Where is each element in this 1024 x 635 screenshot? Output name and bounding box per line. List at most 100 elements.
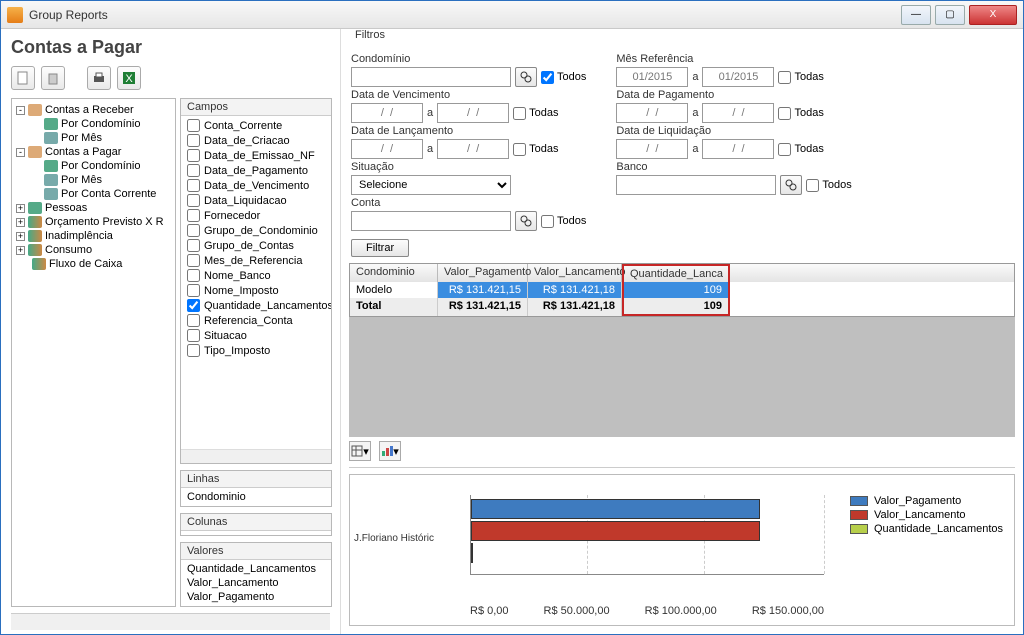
campo-item[interactable]: Nome_Imposto xyxy=(185,283,327,298)
campo-checkbox[interactable] xyxy=(187,179,200,192)
condominio-todos-check[interactable] xyxy=(541,71,554,84)
col-condominio[interactable]: Condominio xyxy=(350,264,438,282)
campo-item[interactable]: Data_de_Emissao_NF xyxy=(185,148,327,163)
chart-view-button[interactable]: ▾ xyxy=(379,441,401,461)
data-venc-from[interactable] xyxy=(351,103,423,123)
tree-item[interactable]: -Contas a Receber xyxy=(14,103,173,117)
campo-checkbox[interactable] xyxy=(187,134,200,147)
campo-checkbox[interactable] xyxy=(187,314,200,327)
excel-button[interactable]: X xyxy=(117,66,141,90)
campo-checkbox[interactable] xyxy=(187,119,200,132)
campo-label: Grupo_de_Condominio xyxy=(204,225,318,237)
data-lanc-from[interactable] xyxy=(351,139,423,159)
mes-ref-todas-check[interactable] xyxy=(778,71,791,84)
tree-item[interactable]: Por Condomínio xyxy=(14,117,173,131)
scrollbar[interactable] xyxy=(181,449,331,463)
campo-checkbox[interactable] xyxy=(187,299,200,312)
data-pag-to[interactable] xyxy=(702,103,774,123)
campo-item[interactable]: Fornecedor xyxy=(185,208,327,223)
tree-item[interactable]: +Pessoas xyxy=(14,201,173,215)
banco-todos-check[interactable] xyxy=(806,179,819,192)
campo-item[interactable]: Data_Liquidacao xyxy=(185,193,327,208)
campo-checkbox[interactable] xyxy=(187,329,200,342)
mes-ref-from[interactable] xyxy=(616,67,688,87)
campos-panel: Campos Conta_CorrenteData_de_CriacaoData… xyxy=(180,98,332,464)
data-lanc-todas-check[interactable] xyxy=(513,143,526,156)
close-button[interactable]: X xyxy=(969,5,1017,25)
col-valor-pagamento[interactable]: Valor_Pagamento xyxy=(438,264,528,282)
data-liq-from[interactable] xyxy=(616,139,688,159)
maximize-button[interactable]: ▢ xyxy=(935,5,965,25)
data-pag-from[interactable] xyxy=(616,103,688,123)
list-item[interactable]: Quantidade_Lancamentos xyxy=(185,562,327,576)
situacao-select[interactable]: Selecione xyxy=(351,175,511,195)
print-button[interactable] xyxy=(87,66,111,90)
campo-checkbox[interactable] xyxy=(187,269,200,282)
campo-item[interactable]: Tipo_Imposto xyxy=(185,343,327,358)
campo-checkbox[interactable] xyxy=(187,224,200,237)
minimize-button[interactable]: — xyxy=(901,5,931,25)
tree-item[interactable]: +Orçamento Previsto X R xyxy=(14,215,173,229)
data-pag-todas-check[interactable] xyxy=(778,107,791,120)
campo-item[interactable]: Conta_Corrente xyxy=(185,118,327,133)
filtrar-button[interactable]: Filtrar xyxy=(351,239,409,257)
campo-item[interactable]: Data_de_Criacao xyxy=(185,133,327,148)
report-tree[interactable]: -Contas a ReceberPor CondomínioPor Mês-C… xyxy=(11,98,176,607)
data-lanc-to[interactable] xyxy=(437,139,509,159)
tree-item[interactable]: Por Mês xyxy=(14,173,173,187)
list-item[interactable]: Condominio xyxy=(185,490,327,504)
campo-checkbox[interactable] xyxy=(187,284,200,297)
conta-input[interactable] xyxy=(351,211,511,231)
tree-item[interactable]: Por Conta Corrente xyxy=(14,187,173,201)
campo-item[interactable]: Data_de_Vencimento xyxy=(185,178,327,193)
tree-item[interactable]: -Contas a Pagar xyxy=(14,145,173,159)
mes-ref-to[interactable] xyxy=(702,67,774,87)
tree-item[interactable]: +Consumo xyxy=(14,243,173,257)
col-quantidade-lanca[interactable]: Quantidade_Lanca xyxy=(622,264,730,282)
condominio-input[interactable] xyxy=(351,67,511,87)
campo-item[interactable]: Nome_Banco xyxy=(185,268,327,283)
data-liq-to[interactable] xyxy=(702,139,774,159)
banco-search-icon[interactable] xyxy=(780,175,802,195)
grid-view-button[interactable]: ▾ xyxy=(349,441,371,461)
delete-button[interactable] xyxy=(41,66,65,90)
campo-item[interactable]: Referencia_Conta xyxy=(185,313,327,328)
data-venc-to[interactable] xyxy=(437,103,509,123)
condominio-search-icon[interactable] xyxy=(515,67,537,87)
tree-item[interactable]: Fluxo de Caixa xyxy=(14,257,173,271)
campo-checkbox[interactable] xyxy=(187,149,200,162)
campo-checkbox[interactable] xyxy=(187,194,200,207)
data-liq-todas-check[interactable] xyxy=(778,143,791,156)
list-item[interactable]: Valor_Pagamento xyxy=(185,590,327,604)
table-row[interactable]: Modelo R$ 131.421,15 R$ 131.421,18 109 xyxy=(350,282,1014,298)
h-scrollbar[interactable] xyxy=(11,613,330,630)
conta-todos-check[interactable] xyxy=(541,215,554,228)
tree-expander-icon[interactable]: - xyxy=(16,106,25,115)
conta-search-icon[interactable] xyxy=(515,211,537,231)
tree-item[interactable]: Por Condomínio xyxy=(14,159,173,173)
campo-item[interactable]: Grupo_de_Condominio xyxy=(185,223,327,238)
new-button[interactable] xyxy=(11,66,35,90)
tree-expander-icon[interactable]: + xyxy=(16,204,25,213)
campo-item[interactable]: Data_de_Pagamento xyxy=(185,163,327,178)
tree-expander-icon[interactable]: + xyxy=(16,232,25,241)
campo-checkbox[interactable] xyxy=(187,254,200,267)
campo-item[interactable]: Mes_de_Referencia xyxy=(185,253,327,268)
tree-expander-icon[interactable]: + xyxy=(16,246,25,255)
campo-checkbox[interactable] xyxy=(187,239,200,252)
tree-item[interactable]: +Inadimplência xyxy=(14,229,173,243)
campo-checkbox[interactable] xyxy=(187,344,200,357)
tree-expander-icon[interactable]: + xyxy=(16,218,25,227)
tree-item[interactable]: Por Mês xyxy=(14,131,173,145)
campo-item[interactable]: Situacao xyxy=(185,328,327,343)
data-venc-todas-check[interactable] xyxy=(513,107,526,120)
campo-item[interactable]: Grupo_de_Contas xyxy=(185,238,327,253)
banco-input[interactable] xyxy=(616,175,776,195)
campo-item[interactable]: Quantidade_Lancamentos xyxy=(185,298,327,313)
list-item[interactable]: Valor_Lancamento xyxy=(185,576,327,590)
campo-checkbox[interactable] xyxy=(187,209,200,222)
tree-node-icon xyxy=(28,104,42,116)
tree-expander-icon[interactable]: - xyxy=(16,148,25,157)
campo-checkbox[interactable] xyxy=(187,164,200,177)
col-valor-lancamento[interactable]: Valor_Lancamento xyxy=(528,264,622,282)
